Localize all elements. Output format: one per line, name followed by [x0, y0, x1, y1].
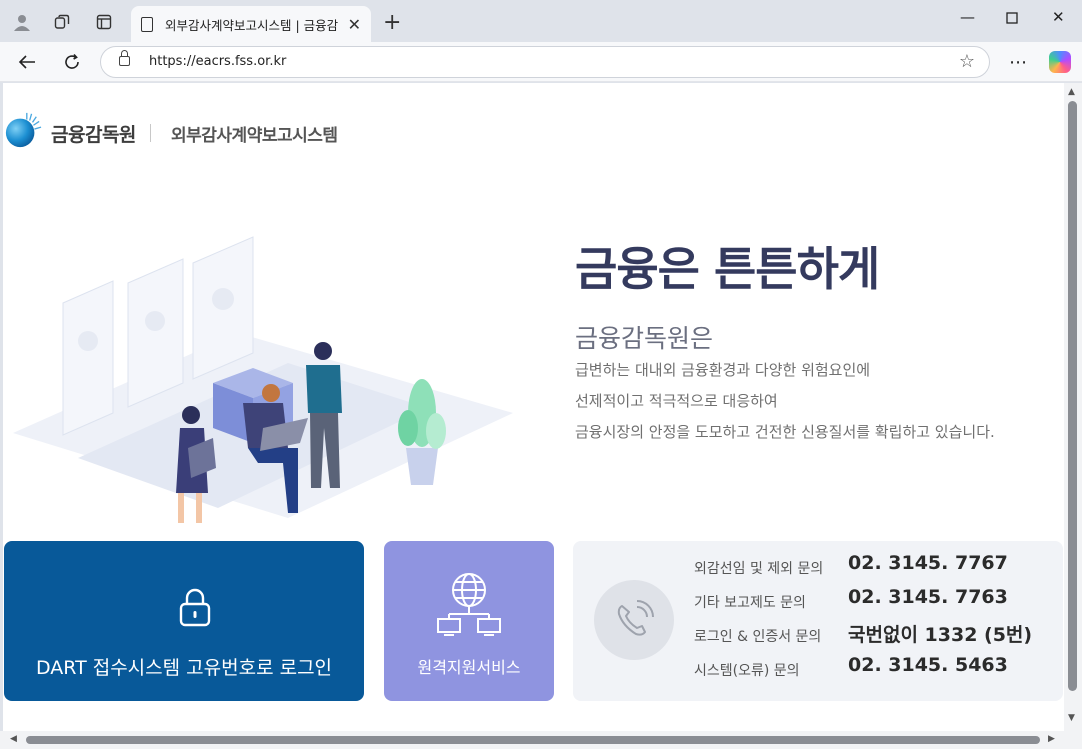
system-name: 외부감사계약보고시스템 [171, 126, 338, 146]
refresh-icon[interactable] [59, 50, 85, 74]
horizontal-scroll-thumb[interactable] [26, 736, 1040, 744]
contact-number: 02. 3145. 7763 [848, 586, 1008, 608]
tab-active[interactable]: 외부감사계약보고시스템 | 금융감 ✕ [131, 6, 371, 42]
vertical-scroll-thumb[interactable] [1068, 101, 1077, 691]
profile-icon[interactable] [11, 11, 33, 33]
hero-line: 급변하는 대내외 금융환경과 다양한 위험요인에 [575, 361, 871, 379]
horizontal-scrollbar[interactable]: ◀ ▶ [0, 731, 1082, 749]
dart-login-button[interactable]: DART 접수시스템 고유번호로 로그인 [4, 541, 364, 701]
hero-line: 금융시장의 안정을 도모하고 건전한 신용질서를 확립하고 있습니다. [575, 423, 995, 441]
header-divider [150, 124, 151, 142]
address-bar[interactable]: https://eacrs.fss.or.kr ☆ [100, 46, 990, 78]
contact-number: 02. 3145. 7767 [848, 552, 1008, 574]
scroll-left-icon[interactable]: ◀ [10, 734, 17, 744]
minimize-icon[interactable]: — [960, 8, 975, 26]
contact-label: 기타 보고제도 문의 [694, 595, 806, 611]
scroll-right-icon[interactable]: ▶ [1048, 734, 1055, 744]
contact-number: 02. 3145. 5463 [848, 654, 1008, 676]
logo-text[interactable]: 금융감독원 [51, 120, 136, 147]
hero-line: 선제적이고 적극적으로 대응하여 [575, 392, 778, 410]
hero-subtitle: 금융감독원은 [575, 324, 714, 353]
contact-label: 시스템(오류) 문의 [694, 663, 800, 679]
maximize-icon[interactable] [1006, 10, 1018, 28]
contact-label: 로그인 & 인증서 문의 [694, 629, 822, 645]
favorite-star-icon[interactable]: ☆ [959, 51, 975, 72]
url-text[interactable]: https://eacrs.fss.or.kr [149, 54, 286, 69]
tab-actions-icon[interactable] [93, 11, 115, 33]
hero-illustration [13, 236, 513, 523]
scroll-up-icon[interactable]: ▲ [1068, 87, 1075, 97]
new-tab-icon[interactable]: + [383, 10, 401, 35]
remote-support-label: 원격지원서비스 [417, 658, 521, 677]
dart-login-label: DART 접수시스템 고유번호로 로그인 [35, 657, 333, 679]
page-content: 금융감독원 외부감사계약보고시스템 금융은 튼튼하게 금융감독원은 급변하는 대… [3, 83, 1064, 731]
lock-icon[interactable] [119, 50, 130, 66]
fss-logo-icon[interactable] [4, 111, 42, 149]
vertical-scrollbar[interactable]: ▲ ▼ [1064, 83, 1082, 731]
browser-nav-bar: https://eacrs.fss.or.kr ☆ ⋯ [0, 42, 1082, 82]
page-icon [141, 16, 153, 32]
copilot-icon[interactable] [1049, 51, 1071, 73]
more-menu-icon[interactable]: ⋯ [1005, 50, 1031, 74]
hero-title: 금융은 튼튼하게 [575, 242, 880, 296]
close-tab-icon[interactable]: ✕ [348, 15, 361, 34]
browser-tab-bar: 외부감사계약보고시스템 | 금융감 ✕ + — ✕ [0, 0, 1082, 42]
back-icon[interactable] [14, 50, 40, 74]
phone-icon [594, 580, 674, 660]
network-globe-icon [437, 573, 501, 636]
contact-label: 외감선임 및 제외 문의 [694, 561, 824, 577]
contact-panel: 외감선임 및 제외 문의 02. 3145. 7767 기타 보고제도 문의 0… [573, 541, 1063, 701]
scroll-down-icon[interactable]: ▼ [1068, 713, 1075, 723]
tab-title: 외부감사계약보고시스템 | 금융감 [165, 17, 339, 33]
contact-number: 국번없이 1332 (5번) [848, 624, 1033, 646]
close-window-icon[interactable]: ✕ [1052, 8, 1065, 26]
remote-support-button[interactable]: 원격지원서비스 [384, 541, 554, 701]
lock-icon [179, 588, 211, 627]
workspaces-icon[interactable] [51, 11, 73, 33]
